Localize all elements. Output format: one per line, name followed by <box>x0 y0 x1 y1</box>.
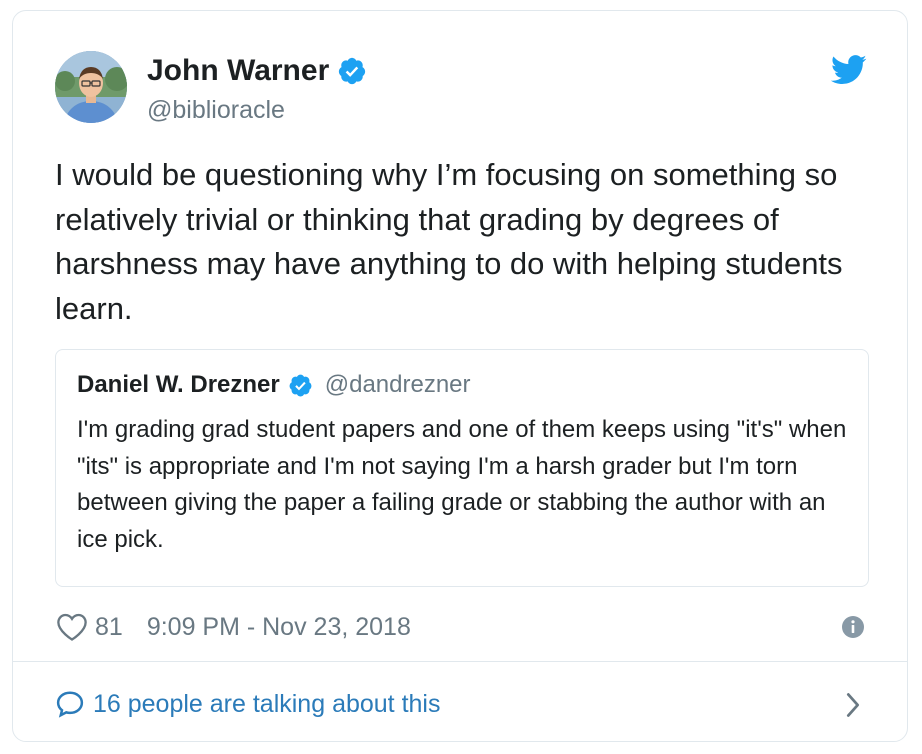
embedded-tweet-card[interactable]: John Warner @biblioracle I would be ques… <box>12 10 908 742</box>
author-handle[interactable]: @biblioracle <box>147 95 285 125</box>
timestamp-link[interactable]: 9:09 PM - Nov 23, 2018 <box>147 613 411 642</box>
conversation-link[interactable]: 16 people are talking about this <box>55 687 440 721</box>
speech-bubble-icon <box>56 691 84 718</box>
avatar-image <box>55 51 127 123</box>
author-name-row[interactable]: John Warner <box>147 53 367 89</box>
quoted-tweet-text: I'm grading grad student papers and one … <box>77 416 847 553</box>
conversation-link-label[interactable]: 16 people are talking about this <box>93 690 440 719</box>
twitter-bird-icon[interactable] <box>831 55 867 85</box>
quoted-author-handle: @dandrezner <box>324 371 471 398</box>
heart-icon[interactable] <box>55 612 89 642</box>
info-icon[interactable] <box>841 615 865 639</box>
quoted-tweet-header: Daniel W. Drezner @dandrezner <box>77 370 471 400</box>
like-count[interactable]: 81 <box>95 613 123 642</box>
chevron-right-icon[interactable] <box>843 691 863 719</box>
tweet-text: I would be questioning why I’m focusing … <box>55 157 843 326</box>
quoted-tweet[interactable]: Daniel W. Drezner @dandrezner I'm gradin… <box>55 349 869 587</box>
author-name[interactable]: John Warner <box>147 53 329 89</box>
tweet-meta-row: 81 9:09 PM - Nov 23, 2018 <box>55 609 411 645</box>
divider <box>13 661 907 662</box>
verified-badge-icon <box>339 57 366 85</box>
quoted-author-name: Daniel W. Drezner <box>77 371 280 398</box>
verified-badge-icon <box>289 374 312 396</box>
avatar[interactable] <box>55 51 127 123</box>
